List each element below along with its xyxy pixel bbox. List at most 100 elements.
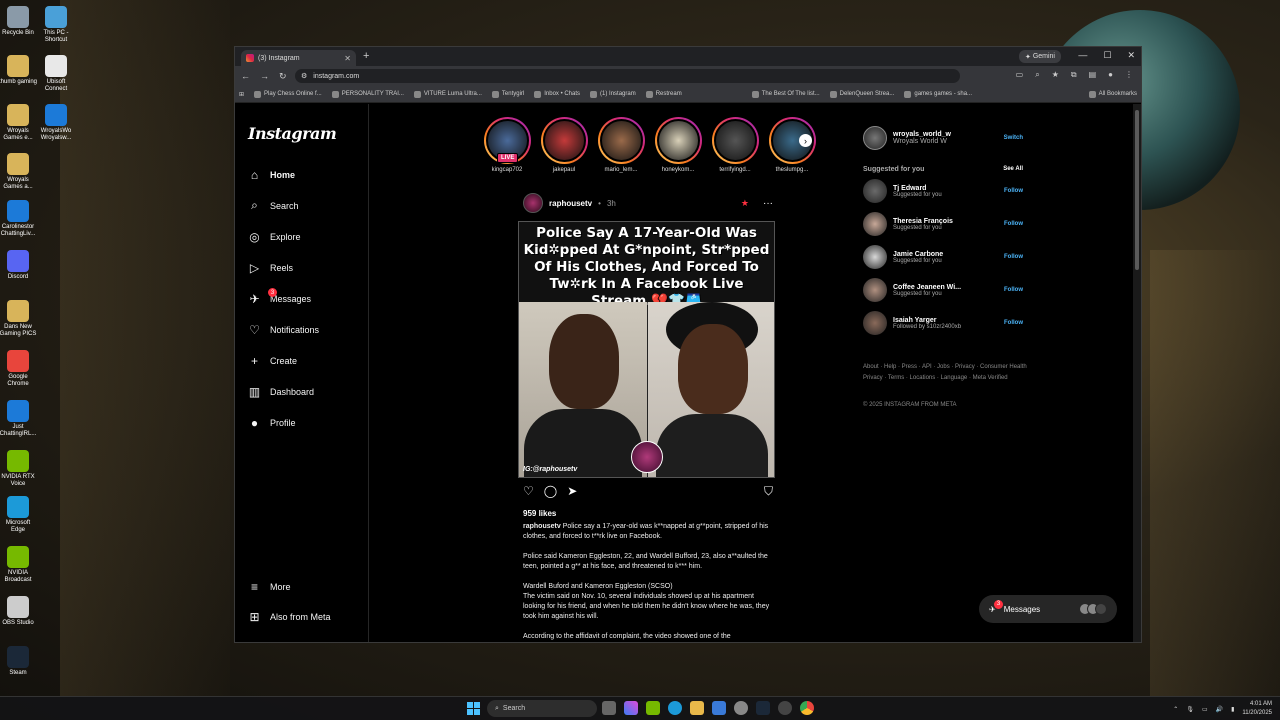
bookmark-item[interactable]: All Bookmarks	[1088, 90, 1137, 98]
desktop-icon[interactable]: Google Chrome	[0, 350, 38, 387]
copilot-icon[interactable]	[624, 701, 638, 715]
clock[interactable]: 4:01 AM 11/20/2025	[1242, 700, 1272, 718]
avatar[interactable]	[863, 212, 887, 236]
page-scrollbar[interactable]	[1133, 104, 1141, 642]
store-icon[interactable]	[712, 701, 726, 715]
nav-explore[interactable]: ◎ Explore	[248, 230, 300, 244]
suggestion-username[interactable]: Jamie Carbone	[893, 251, 943, 258]
suggestion-username[interactable]: Tj Edward	[893, 185, 942, 192]
desktop-icon[interactable]: NVIDIA RTX Voice	[0, 450, 38, 487]
desktop-icon[interactable]: Ubisoft Connect	[36, 55, 76, 92]
desktop-icon[interactable]: Carolinestor ChattingLiv...	[0, 200, 38, 237]
desktop-icon[interactable]: Dans New Gaming PICS	[0, 300, 38, 337]
nav-reels[interactable]: ▷ Reels	[248, 261, 293, 275]
bookmark-item[interactable]: Inbox • Chats	[534, 90, 580, 98]
xbox-icon[interactable]	[778, 701, 792, 715]
start-button[interactable]	[467, 702, 480, 715]
reload-icon[interactable]: ↻	[279, 71, 287, 82]
taskbar-search[interactable]: ⌕ Search	[487, 700, 597, 717]
instagram-logo[interactable]: Instagram	[248, 124, 337, 143]
story-item[interactable]: jakepaul	[536, 117, 592, 173]
avatar[interactable]	[863, 179, 887, 203]
nav-more[interactable]: ≡ More	[248, 580, 291, 594]
likes-count[interactable]: 959 likes	[523, 509, 556, 518]
nav-also-meta[interactable]: ⊞ Also from Meta	[248, 610, 330, 624]
desktop-icon[interactable]: NVIDIA Broadcast	[0, 546, 38, 583]
settings-icon[interactable]	[734, 701, 748, 715]
my-avatar[interactable]	[863, 126, 887, 150]
cast-icon[interactable]: ▭	[1016, 70, 1024, 80]
ig-footer-links[interactable]: About · Help · Press · API · Jobs · Priv…	[863, 362, 1028, 384]
follow-button[interactable]: Follow	[1004, 287, 1023, 293]
desktop-icon[interactable]: Microsoft Edge	[0, 496, 38, 533]
follow-button[interactable]: Follow	[1004, 221, 1023, 227]
maximize-button[interactable]: ☐	[1103, 50, 1111, 61]
task-view-icon[interactable]	[602, 701, 616, 715]
tab-instagram[interactable]: (3) Instagram ✕	[241, 50, 356, 66]
post-avatar[interactable]	[523, 193, 543, 213]
save-icon[interactable]: ⛉	[764, 484, 773, 500]
mic-icon[interactable]: 🎙	[1186, 706, 1194, 713]
desktop-icon[interactable]: This PC - Shortcut	[36, 6, 76, 43]
volume-icon[interactable]: 🔊	[1216, 706, 1223, 713]
story-item[interactable]: honeykom...	[650, 117, 706, 173]
bookmark-item[interactable]: Play Chess Online f...	[254, 90, 322, 98]
see-all-link[interactable]: See All	[1003, 166, 1023, 172]
desktop-icon[interactable]: Wroyals Games e...	[0, 104, 38, 141]
post-username[interactable]: raphousetv	[549, 199, 592, 208]
bookmark-item[interactable]: DelenQueen Strea...	[829, 90, 894, 98]
sidepanel-icon[interactable]: ▤	[1089, 70, 1097, 80]
share-icon[interactable]: ➤	[567, 484, 577, 500]
forward-icon[interactable]: →	[260, 71, 269, 81]
comment-icon[interactable]: ◯	[544, 484, 557, 500]
messages-pill[interactable]: ✈ 3 Messages	[979, 595, 1117, 623]
follow-button[interactable]: Follow	[1004, 188, 1023, 194]
bookmark-item[interactable]: PERSONALITY TRAI...	[331, 90, 404, 98]
nav-messages[interactable]: ✈ 3 Messages	[248, 288, 311, 306]
bookmark-star-icon[interactable]: ★	[1052, 70, 1059, 80]
close-tab-icon[interactable]: ✕	[344, 54, 351, 63]
battery-icon[interactable]: ▮	[1231, 706, 1234, 713]
caption-username[interactable]: raphousetv	[523, 523, 561, 530]
edge-icon[interactable]	[668, 701, 682, 715]
desktop-icon[interactable]: OBS Studio	[0, 596, 38, 627]
profile-icon[interactable]: ●	[1108, 70, 1113, 80]
bookmark-item[interactable]: games games - sha...	[904, 90, 972, 98]
avatar[interactable]	[863, 278, 887, 302]
nav-home[interactable]: ⌂ Home	[248, 168, 295, 182]
switch-account-link[interactable]: Switch	[1004, 135, 1023, 141]
apps-grid-icon[interactable]: ⊞	[239, 91, 244, 98]
bookmark-item[interactable]: VITURE Luma Ultra...	[413, 90, 482, 98]
tray-chevron-icon[interactable]: ⌃	[1173, 706, 1178, 713]
bookmark-item[interactable]: Restream	[645, 90, 682, 98]
story-item[interactable]: mario_lem...	[593, 117, 649, 173]
stories-next-icon[interactable]: ›	[799, 134, 812, 147]
close-window-button[interactable]: ✕	[1127, 50, 1135, 61]
my-username[interactable]: wroyals_world_w	[893, 131, 951, 138]
minimize-button[interactable]: —	[1078, 50, 1087, 61]
nav-notifications[interactable]: ♡ Notifications	[248, 323, 319, 337]
story-item[interactable]: theslumpg...	[764, 117, 820, 173]
chrome-icon[interactable]	[800, 701, 814, 715]
like-icon[interactable]: ♡	[523, 484, 534, 500]
back-icon[interactable]: ←	[241, 71, 250, 81]
scrollbar-thumb[interactable]	[1135, 110, 1139, 270]
suggestion-username[interactable]: Coffee Jeaneen Wi...	[893, 284, 961, 291]
post-image[interactable]: Police Say A 17-Year-Old Was Kid✲pped At…	[518, 221, 775, 478]
desktop-icon[interactable]: thumb gaming	[0, 55, 38, 86]
extensions-icon[interactable]: ⧉	[1071, 70, 1077, 80]
bookmark-item[interactable]: Tentygirl	[491, 90, 524, 98]
explorer-icon[interactable]	[690, 701, 704, 715]
more-options-icon[interactable]: ···	[763, 198, 773, 209]
network-icon[interactable]: ▭	[1202, 706, 1208, 713]
nav-profile[interactable]: ● Profile	[248, 416, 296, 430]
desktop-icon[interactable]: Discord	[0, 250, 38, 281]
desktop-icon[interactable]: Recycle Bin	[0, 6, 38, 37]
story-item[interactable]: terrifyingd...	[707, 117, 763, 173]
site-info-icon[interactable]: ⚙	[301, 72, 307, 80]
bookmark-item[interactable]: The Best Of The list...	[751, 90, 820, 98]
follow-button[interactable]: Follow	[1004, 320, 1023, 326]
avatar[interactable]	[863, 311, 887, 335]
address-bar[interactable]: ⚙ instagram.com	[295, 69, 960, 83]
steam-icon[interactable]	[756, 701, 770, 715]
